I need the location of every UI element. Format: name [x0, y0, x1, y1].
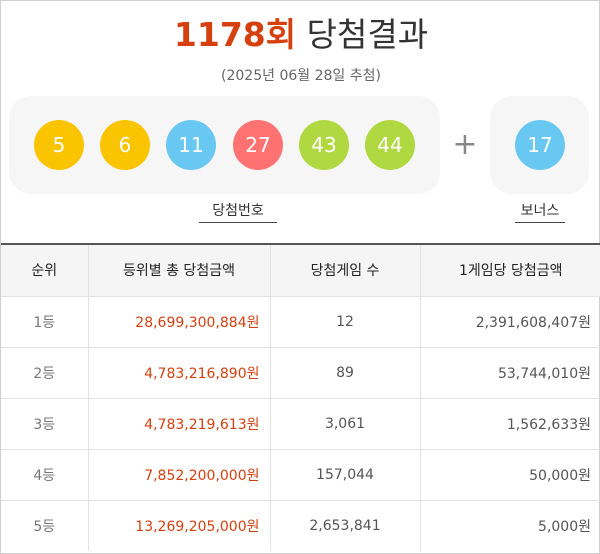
title-label: 당첨결과	[306, 15, 429, 54]
table-row: 5등 13,269,205,000원 2,653,841 5,000원	[1, 500, 600, 551]
page-title: 1178회 당첨결과	[1, 15, 600, 55]
table-row: 2등 4,783,216,890원 89 53,744,010원	[1, 347, 600, 399]
winner-count-cell: 157,044	[270, 449, 421, 501]
rank-cell: 1등	[1, 296, 89, 348]
prize-per-game-cell: 2,391,608,407원	[420, 296, 600, 348]
winning-ball-4: 27	[233, 120, 283, 170]
header-rank: 순위	[1, 244, 89, 297]
plus-sign: +	[452, 127, 478, 162]
rank-cell: 4등	[1, 449, 89, 501]
header-prize-per-game: 1게임당 당첨금액	[420, 244, 600, 297]
total-prize-cell: 28,699,300,884원	[88, 296, 271, 348]
winner-count-cell: 2,653,841	[270, 500, 421, 551]
prize-per-game-cell: 53,744,010원	[420, 347, 600, 399]
winning-ball-6: 44	[365, 120, 415, 170]
header-total-prize: 등위별 총 당첨금액	[88, 244, 271, 297]
rank-cell: 5등	[1, 500, 89, 551]
winning-ball-3: 11	[166, 120, 216, 170]
rank-cell: 3등	[1, 398, 89, 450]
total-prize-cell: 13,269,205,000원	[88, 500, 271, 551]
header-winner-count: 당첨게임 수	[270, 244, 421, 297]
result-panel: 1178회 당첨결과 (2025년 06월 28일 추첨) 5 6 11 27 …	[0, 0, 600, 554]
table-header-row: 순위 등위별 총 당첨금액 당첨게임 수 1게임당 당첨금액	[1, 244, 600, 297]
bonus-ball: 17	[515, 120, 565, 170]
winning-ball-5: 43	[299, 120, 349, 170]
total-prize-cell: 4,783,216,890원	[88, 347, 271, 399]
winning-ball-2: 6	[100, 120, 150, 170]
table-row: 1등 28,699,300,884원 12 2,391,608,407원	[1, 296, 600, 348]
winning-numbers-caption: 당첨번호	[199, 200, 277, 223]
draw-number: 1178회	[173, 15, 297, 54]
total-prize-cell: 4,783,219,613원	[88, 398, 271, 450]
table-row: 4등 7,852,200,000원 157,044 50,000원	[1, 449, 600, 501]
total-prize-cell: 7,852,200,000원	[88, 449, 271, 501]
winner-count-cell: 3,061	[270, 398, 421, 450]
draw-date: (2025년 06월 28일 추첨)	[221, 68, 381, 84]
prize-per-game-cell: 1,562,633원	[420, 398, 600, 450]
bonus-caption: 보너스	[515, 200, 565, 223]
winner-count-cell: 12	[270, 296, 421, 348]
winning-ball-1: 5	[34, 120, 84, 170]
rank-cell: 2등	[1, 347, 89, 399]
prize-table: 순위 등위별 총 당첨금액 당첨게임 수 1게임당 당첨금액 1등 28,699…	[1, 243, 600, 551]
table-row: 3등 4,783,219,613원 3,061 1,562,633원	[1, 398, 600, 450]
prize-per-game-cell: 5,000원	[538, 518, 591, 535]
winner-count-cell: 89	[270, 347, 421, 399]
prize-per-game-cell: 50,000원	[420, 449, 600, 501]
